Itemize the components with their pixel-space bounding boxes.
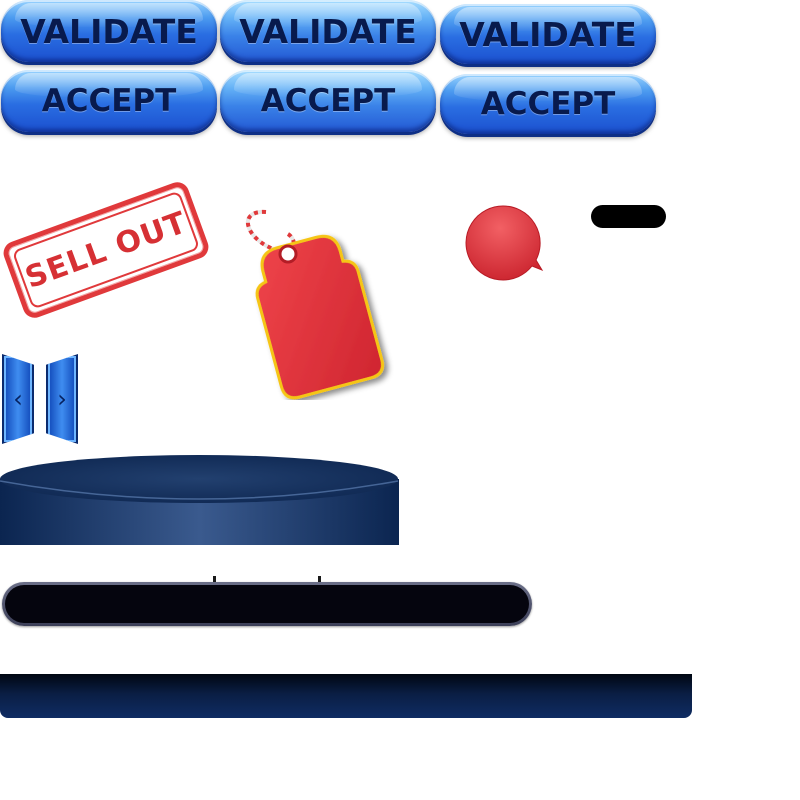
chevron-right-icon: ›: [57, 385, 67, 413]
accept-label: ACCEPT: [41, 83, 177, 119]
chevron-left-icon: ‹: [13, 385, 23, 413]
dark-bar-frame: [2, 582, 532, 626]
validate-label: VALIDATE: [239, 11, 417, 51]
podium-cylinder: [0, 455, 399, 545]
validate-button-3[interactable]: VALIDATE: [440, 4, 656, 64]
validate-button-1[interactable]: VALIDATE: [1, 0, 217, 62]
accept-button-3[interactable]: ACCEPT: [440, 74, 656, 134]
sell-out-stamp: SELL OUT: [0, 178, 212, 322]
accept-label: ACCEPT: [480, 86, 616, 122]
arrow-right-button[interactable]: ›: [46, 354, 78, 444]
validate-button-2[interactable]: VALIDATE: [220, 0, 436, 62]
speech-bubble-icon: [465, 205, 544, 281]
arrow-left-button[interactable]: ‹: [2, 354, 34, 444]
accept-label: ACCEPT: [260, 83, 396, 119]
validate-label: VALIDATE: [20, 11, 198, 51]
accept-button-1[interactable]: ACCEPT: [1, 70, 217, 132]
validate-label: VALIDATE: [459, 14, 637, 54]
dark-bar: [5, 585, 529, 623]
black-pill-bar: [591, 205, 666, 228]
accept-button-2[interactable]: ACCEPT: [220, 70, 436, 132]
navy-band: [0, 674, 692, 718]
price-tag-icon: [245, 209, 385, 400]
